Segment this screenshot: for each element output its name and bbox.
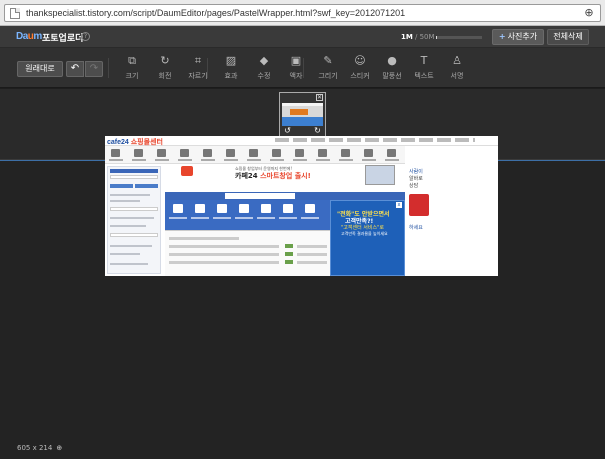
crop-icon: ⌗ — [194, 54, 202, 67]
tool-label: 자르기 — [188, 72, 208, 80]
uploader-header: Daum 포토업로더 ? 1M / 50M + 사진추가 전체삭제 — [0, 26, 605, 48]
url-text: thankspecialist.tistory.com/script/DaumE… — [26, 8, 406, 18]
thumbnail-image — [282, 103, 323, 126]
frame-icon: ▣ — [290, 54, 302, 67]
edit-toolbar: 원래대로 ↶ ↷ ⧉ 크기 ↻ 회전 ⌗ 자르기 ▨ 효과 ◆ 수정 ▣ 액자 ✎ 그리기 ☺ 스티커 ● 말풍선… — [0, 48, 605, 88]
tool-signature[interactable]: ♙ 서명 — [442, 54, 472, 84]
signature-icon: ♙ — [452, 54, 462, 67]
tool-effect[interactable]: ▨ 효과 — [216, 54, 246, 84]
toolbar-separator — [303, 58, 304, 78]
edited-photo: cafe24 쇼핑몰센터 쇼핑몰 창업부터 운영까지 한번에! 카페24 스마트… — [105, 136, 498, 276]
url-field[interactable]: thankspecialist.tistory.com/script/DaumE… — [4, 4, 601, 22]
tool-label: 텍스트 — [414, 72, 434, 80]
tool-rotate[interactable]: ↻ 회전 — [150, 54, 180, 84]
draw-icon: ✎ — [323, 54, 333, 67]
daum-logo: Daum — [16, 31, 42, 42]
rotate-right-icon[interactable]: ↻ — [313, 126, 322, 135]
capacity-total: / 50M — [415, 33, 435, 41]
browser-address-bar: thankspecialist.tistory.com/script/DaumE… — [0, 0, 605, 26]
retouch-icon: ◆ — [259, 54, 269, 67]
tool-label: 회전 — [158, 72, 172, 80]
tool-sticker[interactable]: ☺ 스티커 — [345, 54, 375, 84]
restore-original-button[interactable]: 원래대로 — [17, 61, 63, 77]
tool-label: 말풍선 — [382, 72, 402, 80]
tool-text[interactable]: T 텍스트 — [409, 54, 439, 84]
page-icon — [10, 8, 20, 19]
capacity-bar — [436, 36, 482, 39]
photo-site-sidebar: 사람이 알바로 상담 하세요 — [405, 164, 498, 276]
rotate-left-icon[interactable]: ↺ — [283, 126, 292, 135]
tool-resize[interactable]: ⧉ 크기 — [117, 54, 147, 84]
capacity-bar-fill — [436, 36, 437, 39]
tool-speech-bubble[interactable]: ● 말풍선 — [377, 54, 407, 84]
tool-frame[interactable]: ▣ 액자 — [281, 54, 311, 84]
plus-icon: + — [498, 32, 506, 41]
delete-all-button[interactable]: 전체삭제 — [547, 29, 589, 45]
tool-label: 액자 — [289, 72, 303, 80]
tool-label: 수정 — [257, 72, 271, 80]
speech-bubble-icon: ● — [387, 54, 397, 67]
tool-label: 크기 — [125, 72, 139, 80]
tool-label: 서명 — [450, 72, 464, 80]
toolbar-separator — [207, 58, 208, 78]
zoom-icon[interactable]: ⊕ — [582, 6, 596, 20]
image-dimensions: 605 x 214 ⊕ — [17, 444, 63, 452]
rotate-icon: ↻ — [160, 54, 170, 67]
photo-site-login-box — [107, 166, 161, 274]
tool-retouch[interactable]: ◆ 수정 — [249, 54, 279, 84]
photo-site-nav — [105, 146, 405, 164]
app-title: 포토업로더 — [42, 34, 84, 44]
sticker-icon: ☺ — [354, 54, 366, 67]
add-photo-button[interactable]: + 사진추가 — [492, 29, 544, 45]
photo-site-menu — [165, 200, 330, 230]
thumbnail-close-icon[interactable]: ✕ — [316, 94, 323, 101]
tool-label: 그리기 — [318, 72, 338, 80]
photo-thumbnail[interactable]: ✕ ↺ ↻ — [279, 92, 326, 138]
capacity-used: 1M — [401, 33, 413, 41]
redo-button[interactable]: ↷ — [85, 61, 103, 77]
tool-label: 효과 — [224, 72, 238, 80]
photo-site-header: cafe24 쇼핑몰센터 — [105, 136, 498, 146]
text-icon: T — [420, 54, 428, 67]
effect-icon: ▨ — [225, 54, 237, 67]
resize-icon: ⧉ — [128, 54, 136, 67]
tool-label: 스티커 — [350, 72, 370, 80]
photo-site-ad: x "전화"도 안받으면서 고객만족?! "고객센터 서비스"로 고객만족 결과… — [330, 200, 405, 276]
photo-site-search — [165, 192, 405, 200]
photo-site-banner: 쇼핑몰 창업부터 운영까지 한번에! 카페24 스마트창업 출시! — [165, 164, 405, 192]
tool-draw[interactable]: ✎ 그리기 — [313, 54, 343, 84]
tool-crop[interactable]: ⌗ 자르기 — [183, 54, 213, 84]
info-icon[interactable]: ⊕ — [56, 444, 62, 452]
help-icon[interactable]: ? — [81, 32, 90, 41]
undo-button[interactable]: ↶ — [66, 61, 84, 77]
toolbar-separator — [108, 58, 109, 78]
